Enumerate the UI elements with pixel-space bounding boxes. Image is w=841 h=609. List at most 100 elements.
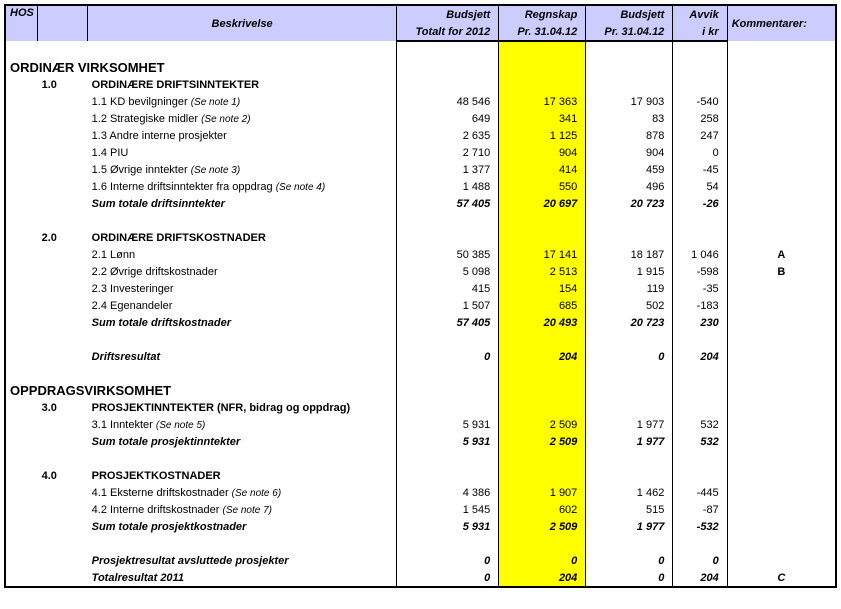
budget-period: 904 [586,144,673,161]
budget-period: 459 [586,161,673,178]
table-row [5,331,836,348]
section-number: 3.0 [38,399,88,416]
regnskap: 904 [499,144,586,161]
regnskap: 602 [499,501,586,518]
line-item-label: 1.4 PIU [88,144,397,161]
table-row: 4.0PROSJEKTKOSTNADER [5,467,836,484]
avvik: 204 [673,348,727,365]
budget-period: 515 [586,501,673,518]
table-row: Totalresultat 201102040204C [5,569,836,587]
regnskap: 20 697 [499,195,586,212]
table-row: Sum totale prosjektinntekter5 9312 5091 … [5,433,836,450]
avvik: -532 [673,518,727,535]
budget-period: 0 [586,569,673,587]
line-item-label: 2.1 Lønn [88,246,397,263]
budget-period: 83 [586,110,673,127]
regnskap: 2 509 [499,416,586,433]
budget-period: 18 187 [586,246,673,263]
section-subheading: ORDINÆRE DRIFTSKOSTNADER [88,229,397,246]
budget-period: 0 [586,552,673,569]
table-row: 1.1 KD bevilgninger (Se note 1)48 54617 … [5,93,836,110]
budget-total: 1 545 [397,501,499,518]
regnskap: 17 363 [499,93,586,110]
section-subheading: ORDINÆRE DRIFTSINNTEKTER [88,76,397,93]
kommentar [727,161,836,178]
budget-period: 1 915 [586,263,673,280]
budget-period: 20 723 [586,314,673,331]
desc-header: Beskrivelse [88,5,397,41]
kommentar [727,297,836,314]
kommentar [727,433,836,450]
budget-total: 48 546 [397,93,499,110]
section-number: 1.0 [38,76,88,93]
section-heading: OPPDRAGSVIRKSOMHET [5,382,397,399]
table-row: 1.2 Strategiske midler (Se note 2)649341… [5,110,836,127]
avvik: -445 [673,484,727,501]
table-row: 3.0PROSJEKTINNTEKTER (NFR, bidrag og opp… [5,399,836,416]
col2-header-b: Pr. 31.04.12 [499,23,586,41]
avvik: -87 [673,501,727,518]
budget-period: 0 [586,348,673,365]
col5-header: Kommentarer: [727,5,836,41]
avvik: 247 [673,127,727,144]
budget-period: 17 903 [586,93,673,110]
table-row: ORDINÆR VIRKSOMHET [5,59,836,76]
table-row: 4.2 Interne driftskostnader (Se note 7)1… [5,501,836,518]
table-row: 1.5 Øvrige inntekter (Se note 3)1 377414… [5,161,836,178]
kommentar [727,178,836,195]
line-item-label: 1.6 Interne driftsinntekter fra oppdrag … [88,178,397,195]
table-body: ORDINÆR VIRKSOMHET1.0ORDINÆRE DRIFTSINNT… [5,41,836,587]
avvik: -26 [673,195,727,212]
avvik: -45 [673,161,727,178]
regnskap: 204 [499,348,586,365]
regnskap: 2 509 [499,433,586,450]
col3-header-b: Pr. 31.04.12 [586,23,673,41]
regnskap: 2 513 [499,263,586,280]
avvik: -35 [673,280,727,297]
col2-header-a: Regnskap [499,5,586,23]
budget-total: 415 [397,280,499,297]
line-item-label: 4.2 Interne driftskostnader (Se note 7) [88,501,397,518]
budget-period: 1 977 [586,518,673,535]
budget-total: 0 [397,569,499,587]
kommentar: B [727,263,836,280]
kommentar [727,348,836,365]
col4-header-b: i kr [673,23,727,41]
table-row: Driftsresultat02040204 [5,348,836,365]
budget-period: 20 723 [586,195,673,212]
line-item-label: 4.1 Eksterne driftskostnader (Se note 6) [88,484,397,501]
budget-total: 1 507 [397,297,499,314]
kommentar [727,484,836,501]
table-row: Sum totale driftsinntekter57 40520 69720… [5,195,836,212]
line-item-label: 3.1 Inntekter (Se note 5) [88,416,397,433]
regnskap: 1 125 [499,127,586,144]
budget-period: 496 [586,178,673,195]
budget-total: 1 377 [397,161,499,178]
line-item-label: 2.4 Egenandeler [88,297,397,314]
table-row: Sum totale driftskostnader57 40520 49320… [5,314,836,331]
avvik: 204 [673,569,727,587]
budget-period: 1 977 [586,416,673,433]
budget-period: 502 [586,297,673,314]
table-row [5,41,836,59]
col3-header-a: Budsjett [586,5,673,23]
budget-total: 5 098 [397,263,499,280]
avvik: 532 [673,416,727,433]
kommentar [727,314,836,331]
kommentar [727,518,836,535]
table-row: 3.1 Inntekter (Se note 5)5 9312 5091 977… [5,416,836,433]
table-row: 2.2 Øvrige driftskostnader5 0982 5131 91… [5,263,836,280]
kommentar [727,280,836,297]
table-row: 1.3 Andre interne prosjekter2 6351 12587… [5,127,836,144]
budget-period: 878 [586,127,673,144]
budget-total: 5 931 [397,433,499,450]
table-row: 2.3 Investeringer415154119-35 [5,280,836,297]
budget-total: 0 [397,552,499,569]
kommentar [727,127,836,144]
table-row: 1.0ORDINÆRE DRIFTSINNTEKTER [5,76,836,93]
regnskap: 414 [499,161,586,178]
regnskap: 685 [499,297,586,314]
line-item-label: 1.3 Andre interne prosjekter [88,127,397,144]
avvik: 0 [673,552,727,569]
kommentar: A [727,246,836,263]
